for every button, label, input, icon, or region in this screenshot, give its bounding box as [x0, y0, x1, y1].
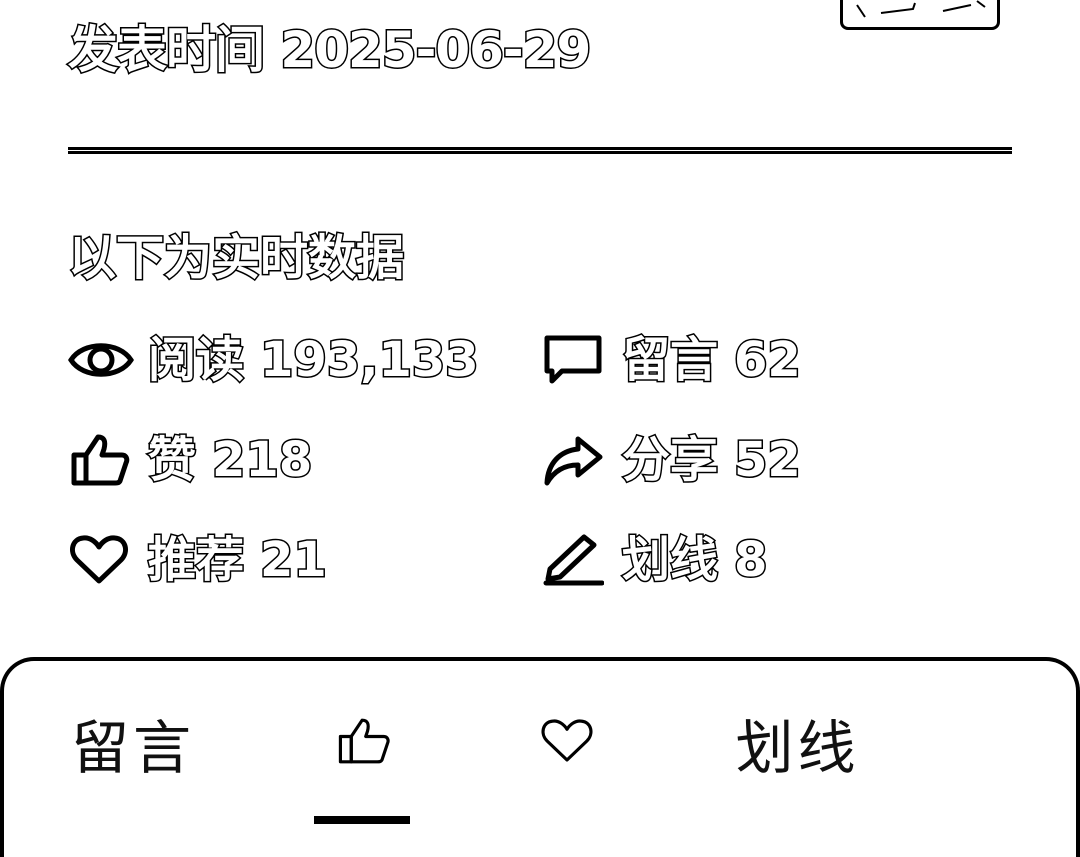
tab-likes[interactable]: [318, 706, 408, 780]
stat-value: 62: [733, 331, 803, 390]
tab-label: 划线: [735, 714, 860, 782]
stat-recommends: 推荐 21: [68, 530, 329, 590]
stat-reads: 阅读 193,133: [68, 330, 481, 390]
heart-icon: [68, 533, 134, 587]
pen-icon: [542, 533, 608, 587]
active-tab-indicator: [314, 816, 410, 824]
tab-label: 留言: [70, 714, 195, 782]
stat-highlights: 划线 8: [542, 530, 769, 590]
stat-value: 218: [211, 431, 314, 490]
stat-comments: 留言 62: [542, 330, 803, 390]
stat-value: 8: [732, 531, 768, 590]
thumbs-up-icon: [68, 433, 134, 487]
thumbs-up-icon: [335, 713, 391, 773]
realtime-data-title: 以下为实时数据: [66, 229, 405, 288]
tab-comments[interactable]: 留言: [68, 706, 198, 782]
comment-icon: [542, 333, 608, 387]
stat-shares: 分享 52: [542, 430, 803, 490]
publish-date: 2025-06-29: [279, 20, 593, 81]
image-thumbnail-fragment: [840, 0, 1000, 30]
divider: [68, 147, 1012, 154]
publish-time: 发表时间 2025-06-29: [67, 18, 593, 82]
tab-highlights[interactable]: 划线: [730, 706, 865, 782]
stat-likes: 赞 218: [68, 430, 314, 490]
heart-icon: [539, 716, 595, 770]
stat-label: 分享: [620, 431, 719, 490]
stat-value: 21: [259, 531, 329, 590]
stat-label: 留言: [620, 331, 719, 390]
stat-label: 推荐: [146, 531, 245, 590]
publish-label: 发表时间: [67, 20, 267, 81]
stat-label: 赞: [146, 431, 197, 490]
stat-value: 193,133: [259, 331, 481, 390]
tab-recommends[interactable]: [522, 706, 612, 780]
stat-value: 52: [733, 431, 803, 490]
share-icon: [542, 433, 608, 487]
eye-icon: [68, 333, 134, 387]
stat-label: 划线: [620, 531, 719, 590]
stat-label: 阅读: [146, 331, 245, 390]
